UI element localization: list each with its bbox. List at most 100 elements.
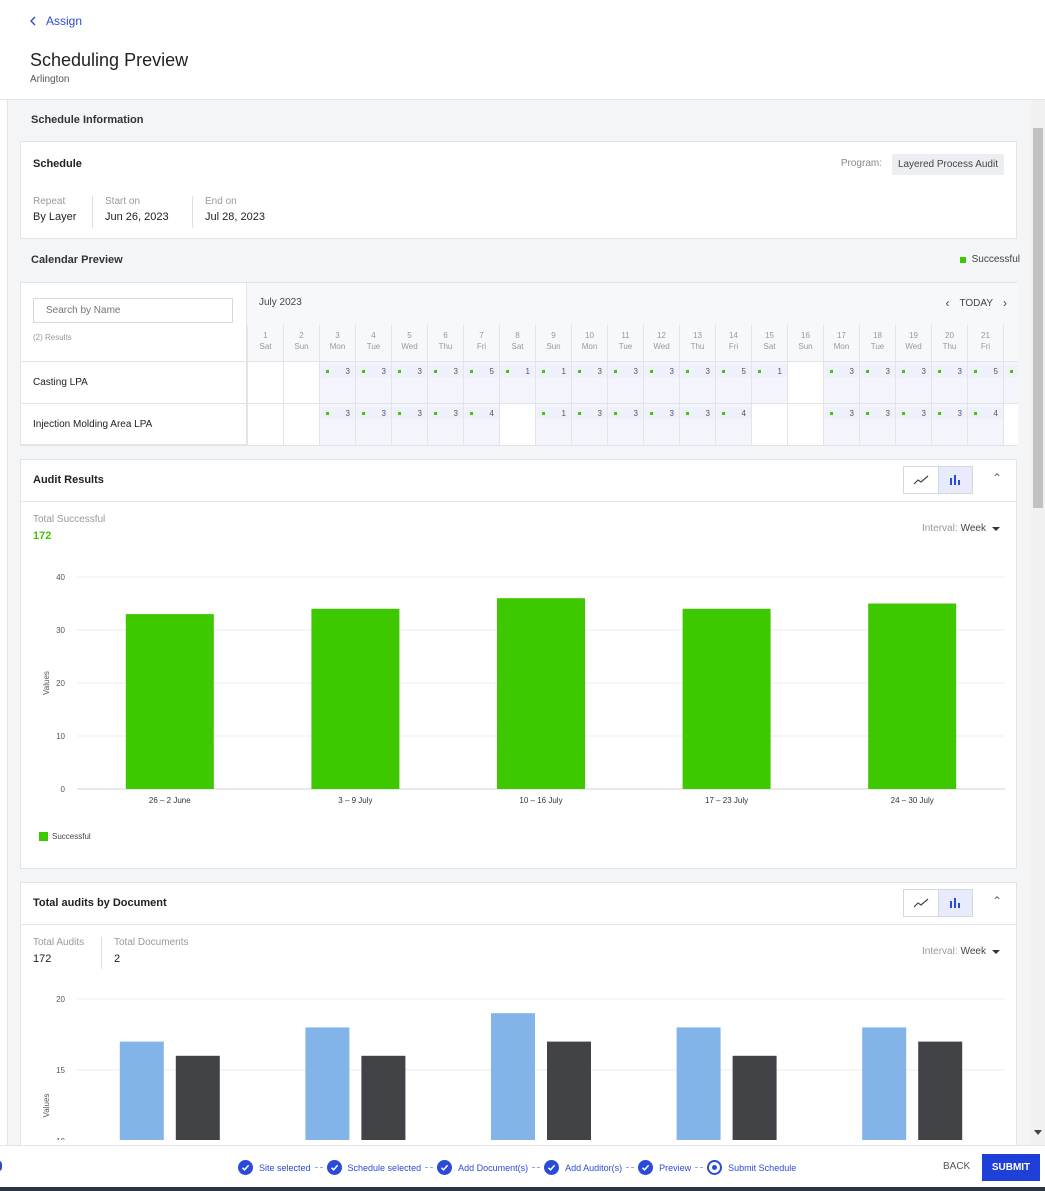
x-tick-label: 24 – 30 July <box>891 796 934 805</box>
wizard-step[interactable]: Schedule selected <box>326 1160 421 1175</box>
calendar-cell[interactable] <box>1003 403 1018 445</box>
interval-select[interactable]: Interval: Week <box>922 946 1000 957</box>
chevron-right-icon[interactable]: › <box>1003 296 1007 310</box>
line-chart-icon[interactable] <box>904 467 938 493</box>
calendar-cell[interactable]: 1 <box>499 361 535 403</box>
line-chart-icon[interactable] <box>904 890 938 916</box>
calendar-cell[interactable]: 4 <box>967 403 1003 445</box>
calendar-cell[interactable]: 3 <box>427 361 463 403</box>
calendar-cell[interactable] <box>247 403 283 445</box>
calendar-cell[interactable] <box>247 361 283 403</box>
calendar-cell[interactable]: 5 <box>967 361 1003 403</box>
day-weekday: Wed <box>905 342 922 351</box>
calendar-day-header: 9 Sun <box>535 325 571 361</box>
calendar-row-name[interactable]: Injection Molding Area LPA <box>21 403 246 445</box>
calendar-cell[interactable]: 3 <box>319 361 355 403</box>
calendar-cell[interactable]: 3 <box>895 361 931 403</box>
calendar-cell[interactable] <box>283 361 319 403</box>
chevron-up-icon[interactable]: ⌃ <box>992 471 1002 485</box>
calendar-cell[interactable]: 3 <box>643 361 679 403</box>
wizard-step[interactable]: Add Auditor(s) <box>544 1160 622 1175</box>
calendar-cell[interactable]: 3 <box>679 403 715 445</box>
repeat-field: Repeat By Layer <box>33 196 76 230</box>
calendar-cell[interactable]: 3 <box>391 361 427 403</box>
calendar-day-header: 10 Mon <box>571 325 607 361</box>
scroll-down-icon[interactable] <box>1034 1130 1042 1135</box>
results-count: (2) Results <box>33 333 72 342</box>
calendar-cell[interactable]: 3 <box>859 403 895 445</box>
calendar-cell[interactable]: 1 <box>535 403 571 445</box>
bar <box>361 1055 406 1140</box>
calendar-cell[interactable]: 4 <box>715 403 751 445</box>
legend-swatch <box>39 832 48 841</box>
scrollbar-thumb[interactable] <box>1033 128 1043 508</box>
wizard-step[interactable]: Add Document(s) <box>437 1160 528 1175</box>
day-weekday: Sat <box>259 342 272 351</box>
bar-chart-icon[interactable] <box>937 467 972 493</box>
calendar-cell[interactable]: 3 <box>319 403 355 445</box>
calendar-cell[interactable]: 1 <box>751 361 787 403</box>
audit-count: 5 <box>741 366 746 376</box>
footer-bottom-bar <box>0 1187 1045 1191</box>
calendar-cell[interactable]: 3 <box>355 361 391 403</box>
calendar-cell[interactable]: 3 <box>355 403 391 445</box>
calendar-cell[interactable] <box>787 403 823 445</box>
y-axis-label: Values <box>42 671 51 695</box>
wizard-step[interactable]: Submit Schedule <box>707 1160 796 1175</box>
calendar-cell[interactable]: 3 <box>643 403 679 445</box>
submit-button[interactable]: SUBMIT <box>982 1154 1040 1181</box>
audit-count: 3 <box>345 366 350 376</box>
successful-dot <box>542 369 545 373</box>
page: Assign Scheduling Preview Arlington Sche… <box>0 0 1045 1191</box>
page-vertical-scrollbar[interactable] <box>1031 100 1045 1145</box>
audit-count-chip: 4 <box>717 407 751 419</box>
calendar-cell[interactable]: 3 <box>607 403 643 445</box>
today-button[interactable]: TODAY <box>959 298 993 309</box>
calendar-cell[interactable] <box>787 361 823 403</box>
calendar-cell[interactable] <box>499 403 535 445</box>
wizard-step[interactable]: Preview <box>638 1160 691 1175</box>
calendar-cell[interactable]: 3 <box>607 361 643 403</box>
calendar-cell[interactable]: 3 <box>571 361 607 403</box>
calendar-cell[interactable] <box>283 403 319 445</box>
calendar-cell[interactable]: 4 <box>463 403 499 445</box>
audit-count-chip: 3 <box>609 407 643 419</box>
calendar-cell[interactable] <box>751 403 787 445</box>
bar <box>175 1055 220 1140</box>
calendar-cell[interactable]: 3 <box>571 403 607 445</box>
audit-count-chip: 3 <box>645 365 679 377</box>
legend-label: Successful <box>52 832 91 841</box>
calendar-cell[interactable]: 5 <box>463 361 499 403</box>
back-to-assign-link[interactable]: Assign <box>28 14 82 28</box>
successful-dot <box>326 369 329 373</box>
total-audits-kpi: Total Audits 172 <box>33 937 84 965</box>
interval-select[interactable]: Interval: Week <box>922 523 1000 534</box>
calendar-cell[interactable]: 3 <box>931 361 967 403</box>
calendar-cell[interactable]: 3 <box>931 403 967 445</box>
calendar-row-name[interactable]: Casting LPA <box>21 361 246 403</box>
calendar-cell[interactable] <box>1003 361 1018 403</box>
calendar-cell[interactable]: 5 <box>715 361 751 403</box>
back-button[interactable]: BACK <box>943 1161 970 1172</box>
calendar-cell[interactable]: 3 <box>895 403 931 445</box>
calendar-cell[interactable]: 3 <box>823 403 859 445</box>
program-chip: Layered Process Audit <box>891 154 1004 175</box>
audit-count: 3 <box>705 366 710 376</box>
wizard-step[interactable]: Site selected <box>238 1160 311 1175</box>
chevron-left-icon[interactable]: ‹ <box>945 296 949 310</box>
chevron-up-icon[interactable]: ⌃ <box>992 894 1002 908</box>
calendar-cell[interactable]: 1 <box>535 361 571 403</box>
calendar-cell[interactable]: 3 <box>679 361 715 403</box>
bar-chart-icon[interactable] <box>937 890 972 916</box>
day-weekday: Sat <box>763 342 776 351</box>
audit-count-chip: 3 <box>681 365 715 377</box>
calendar-cell[interactable]: 3 <box>391 403 427 445</box>
audit-count-chip: 3 <box>573 407 607 419</box>
calendar-search-input[interactable] <box>33 298 233 323</box>
schedule-card-title: Schedule <box>33 158 82 170</box>
calendar-cell[interactable]: 3 <box>823 361 859 403</box>
total-documents-label: Total Documents <box>114 937 189 948</box>
calendar-cell[interactable]: 3 <box>427 403 463 445</box>
calendar-cell[interactable]: 3 <box>859 361 895 403</box>
audit-count-chip: 3 <box>357 407 391 419</box>
